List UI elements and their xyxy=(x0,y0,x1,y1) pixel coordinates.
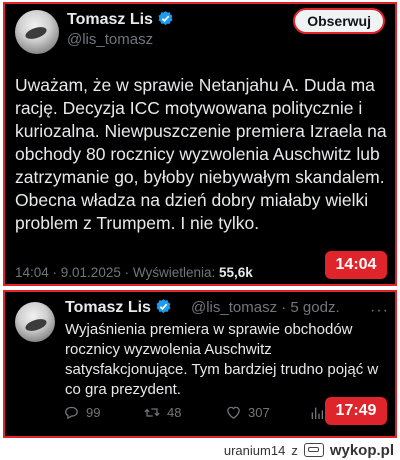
tweet-text: Wyjaśnienia premiera w sprawie obchodów … xyxy=(65,321,379,398)
views-count: 55,6k xyxy=(219,265,253,280)
tweet-card-2: Tomasz Lis @lis_tomasz · 5 godz. ··· Wyj… xyxy=(3,290,397,438)
verified-badge-icon xyxy=(155,298,172,320)
like-count: 307 xyxy=(248,405,270,420)
retweet-icon xyxy=(143,404,161,421)
from-label: z xyxy=(291,442,298,458)
tweet-meta: 14:04 · 9.01.2025 · Wyświetlenia: 55,6k xyxy=(15,265,253,280)
verified-badge-icon xyxy=(157,10,174,32)
avatar[interactable] xyxy=(15,10,59,54)
views-label: Wyświetlenia: xyxy=(132,265,216,280)
action-bar: 99 48 307 17k xyxy=(63,404,369,421)
time-badge: 17:49 xyxy=(325,397,387,425)
author-name-text: Tomasz Lis xyxy=(65,299,151,316)
tweet-card-1: Tomasz Lis @lis_tomasz Obserwuj Uważam, … xyxy=(3,2,397,286)
avatar[interactable] xyxy=(15,302,55,342)
timestamp[interactable]: 14:04 · 9.01.2025 xyxy=(15,265,121,280)
reply-button[interactable]: 99 xyxy=(63,404,143,421)
like-button[interactable]: 307 xyxy=(225,404,309,421)
retweet-button[interactable]: 48 xyxy=(143,404,225,421)
tweet-text: Uważam, że w sprawie Netanjahu A. Duda m… xyxy=(15,75,387,233)
views-chart-icon xyxy=(309,405,325,421)
separator: · xyxy=(124,265,133,280)
time-badge: 14:04 xyxy=(325,251,387,279)
follow-button[interactable]: Obserwuj xyxy=(293,8,385,34)
wykop-logo-icon xyxy=(303,443,324,457)
heart-icon xyxy=(225,404,242,421)
author-name[interactable]: Tomasz Lis xyxy=(65,298,172,320)
uploader-name[interactable]: uranium14 xyxy=(224,443,285,458)
handle-time[interactable]: @lis_tomasz · 5 godz. xyxy=(191,299,340,316)
reply-count: 99 xyxy=(86,405,101,420)
author-name-text: Tomasz Lis xyxy=(67,11,153,28)
handle[interactable]: @lis_tomasz xyxy=(67,31,153,48)
site-name[interactable]: wykop.pl xyxy=(330,442,394,459)
reply-icon xyxy=(63,404,80,421)
wykop-footer: uranium14 z wykop.pl xyxy=(224,440,394,460)
retweet-count: 48 xyxy=(167,405,182,420)
more-options-icon[interactable]: ··· xyxy=(370,302,389,320)
author-name[interactable]: Tomasz Lis xyxy=(67,10,174,32)
